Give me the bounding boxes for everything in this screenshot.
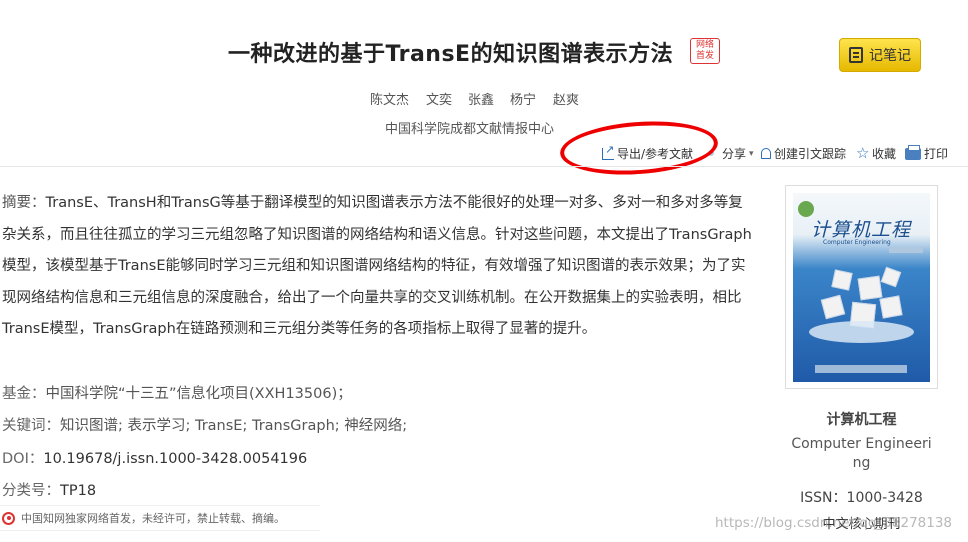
author-link[interactable]: 张鑫 xyxy=(468,89,494,108)
abstract-text: TransE、TransH和TransG等基于翻译模型的知识图谱表示方法不能很好… xyxy=(2,195,752,337)
journal-name-link[interactable]: 计算机工程 xyxy=(785,409,938,429)
keywords-row: 关键词：知识图谱; 表示学习; TransE; TransGraph; 神经网络… xyxy=(2,414,407,435)
take-notes-label: 记笔记 xyxy=(869,48,911,64)
badge-line-1: 网络 xyxy=(695,40,714,50)
online-first-badge: 网络 首发 xyxy=(690,38,720,64)
bell-icon xyxy=(761,148,771,159)
cover-image: 计算机工程 Computer Engineering xyxy=(793,193,930,382)
cover-cube xyxy=(820,294,846,320)
page-title: 一种改进的基于TransE的知识图谱表示方法 xyxy=(228,42,674,67)
doi-value: 10.19678/j.issn.1000-3428.0054196 xyxy=(43,451,308,467)
notice-icon xyxy=(2,511,15,525)
export-references-button[interactable]: 导出/参考文献 xyxy=(602,143,694,162)
favorite-label: 收藏 xyxy=(872,147,897,161)
cover-cube xyxy=(857,275,883,301)
star-icon xyxy=(856,144,869,162)
copyright-notice: 中国知网独家网络首发，未经许可，禁止转载、摘编。 xyxy=(0,505,320,531)
print-label: 打印 xyxy=(924,147,949,161)
cover-cube xyxy=(879,295,903,319)
author-link[interactable]: 赵爽 xyxy=(553,89,579,108)
title-row: 一种改进的基于TransE的知识图谱表示方法 网络 首发 记笔记 xyxy=(0,36,968,76)
export-label: 导出/参考文献 xyxy=(617,147,694,161)
printer-icon xyxy=(905,144,921,160)
share-button[interactable]: 分享 ▾ xyxy=(722,145,754,162)
abstract-label: 摘要： xyxy=(2,195,46,211)
cover-subtitle: Computer Engineering xyxy=(823,239,891,246)
cover-disc xyxy=(809,321,914,343)
print-button[interactable]: 打印 xyxy=(905,144,949,162)
classification-value: TP18 xyxy=(60,483,97,499)
notebook-icon xyxy=(849,47,863,63)
fund-label: 基金： xyxy=(2,386,46,402)
favorite-button[interactable]: 收藏 xyxy=(856,144,897,162)
export-icon xyxy=(602,143,614,160)
abstract: 摘要：TransE、TransH和TransG等基于翻译模型的知识图谱表示方法不… xyxy=(2,188,754,346)
keywords-label: 关键词： xyxy=(2,418,60,434)
share-label: 分享 xyxy=(722,147,747,161)
author-link[interactable]: 杨宁 xyxy=(510,89,536,108)
journal-cover[interactable]: 计算机工程 Computer Engineering xyxy=(785,185,938,389)
doi-label: DOI： xyxy=(2,451,44,467)
create-citation-tracking-button[interactable]: 创建引文跟踪 xyxy=(761,145,846,162)
journal-issn: ISSN：1000-3428 xyxy=(800,490,923,506)
fund-row: 基金：中国科学院“十三五”信息化项目(XXH13506)； xyxy=(2,382,352,403)
badge-line-2: 首发 xyxy=(695,51,714,61)
author-link[interactable]: 陈文杰 xyxy=(370,89,409,108)
cover-footer-band xyxy=(815,365,907,373)
cover-issue-band xyxy=(889,247,923,253)
watermark: https://blog.csdn.net/qq_38278138 xyxy=(715,515,953,531)
chevron-down-icon: ▾ xyxy=(749,148,754,159)
notice-text: 中国知网独家网络首发，未经许可，禁止转载、摘编。 xyxy=(21,512,285,525)
cover-cube xyxy=(880,266,902,288)
classification-row: 分类号：TP18 xyxy=(2,479,96,500)
doi-row: DOI：10.19678/j.issn.1000-3428.0054196 xyxy=(2,447,307,468)
classification-label: 分类号： xyxy=(2,483,60,499)
create-citation-tracking-label: 创建引文跟踪 xyxy=(774,147,847,161)
journal-english-name: Computer Engineering xyxy=(791,436,932,471)
cover-title: 计算机工程 xyxy=(811,219,912,241)
section-divider xyxy=(0,166,968,167)
author-link[interactable]: 文奕 xyxy=(426,89,452,108)
cover-cube xyxy=(831,269,853,291)
keywords-value[interactable]: 知识图谱; 表示学习; TransE; TransGraph; 神经网络; xyxy=(60,418,407,434)
organization-link[interactable]: 中国科学院成都文献情报中心 xyxy=(385,118,554,137)
fund-link[interactable]: 中国科学院“十三五”信息化项目(XXH13506)； xyxy=(46,386,352,402)
take-notes-button[interactable]: 记笔记 xyxy=(839,38,921,72)
separator-dot xyxy=(708,150,714,156)
